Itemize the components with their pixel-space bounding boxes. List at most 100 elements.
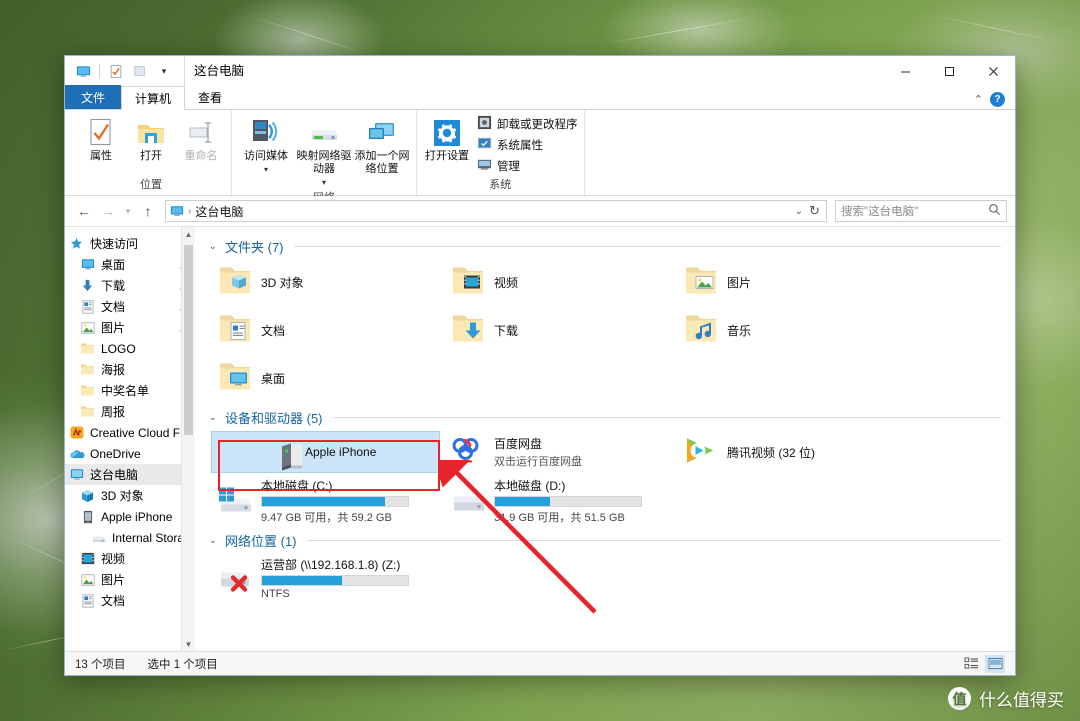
address-bar[interactable]: › 这台电脑 ⌄ ↻	[165, 200, 827, 222]
network-grid: 运营部 (\\192.168.1.8) (Z:) NTFS	[209, 552, 1001, 604]
file-explorer-window: ▾ 这台电脑 文件 计算机 查看 ⌃ ? 属性 打开 重命名 位置 访问媒体 ▾…	[64, 55, 1016, 676]
recent-locations-button[interactable]: ▾	[121, 200, 135, 222]
access-media-button[interactable]: 访问媒体 ▾	[238, 113, 294, 189]
properties-icon[interactable]	[105, 60, 127, 82]
chevron-down-icon[interactable]: ▾	[153, 60, 175, 82]
chevron-down-icon[interactable]: ⌄	[209, 241, 219, 252]
system-properties-button[interactable]: 系统属性	[477, 136, 578, 154]
items-view[interactable]: ⌄ 文件夹 (7) 3D 对象 视频 图片 文档 下载 音乐 桌面 ⌄ 设备和驱…	[195, 227, 1015, 651]
address-dropdown-icon[interactable]: ⌄	[795, 206, 803, 217]
chevron-down-icon[interactable]: ⌄	[209, 535, 219, 546]
sidebar-item-4[interactable]: 图片📌	[65, 317, 195, 338]
rename-button[interactable]: 重命名	[177, 113, 225, 176]
list-item[interactable]: 音乐	[675, 306, 908, 354]
list-item-tencent-video[interactable]: 腾讯视频 (32 位)	[675, 429, 908, 475]
large-icons-view-icon[interactable]	[985, 654, 1005, 673]
details-view-icon[interactable]	[961, 655, 981, 673]
sidebar-scrollbar[interactable]: ▲ ▼	[181, 227, 195, 651]
maximize-button[interactable]	[927, 56, 971, 86]
monitor-icon	[170, 204, 184, 218]
open-button[interactable]: 打开	[127, 113, 175, 176]
uninstall-change-program-button[interactable]: 卸载或更改程序	[477, 115, 578, 133]
ribbon-tabs: 文件 计算机 查看 ⌃ ?	[65, 85, 1015, 110]
scrollbar-thumb[interactable]	[184, 245, 193, 435]
scroll-up-icon[interactable]: ▲	[182, 227, 195, 241]
sidebar-item-8[interactable]: 周报	[65, 401, 195, 422]
tencent-video-icon	[683, 434, 719, 471]
refresh-icon[interactable]: ↻	[809, 203, 820, 219]
up-button[interactable]: ↑	[137, 200, 159, 222]
chevron-down-icon[interactable]: ⌄	[209, 412, 219, 423]
section-header-folders[interactable]: ⌄ 文件夹 (7)	[209, 237, 1001, 256]
map-network-drive-button[interactable]: 映射网络驱动器 ▾	[296, 113, 352, 189]
monitor-icon[interactable]	[72, 60, 94, 82]
item-label: 文档	[261, 323, 286, 338]
list-item[interactable]: 文档	[209, 306, 442, 354]
sidebar-item-9[interactable]: Creative Cloud F	[65, 422, 195, 443]
forward-button[interactable]: →	[97, 200, 119, 222]
sidebar-item-0[interactable]: 快速访问	[65, 233, 195, 254]
breadcrumb[interactable]: 这台电脑	[195, 203, 243, 220]
properties-button[interactable]: 属性	[77, 113, 125, 176]
sidebar-item-5[interactable]: LOGO	[65, 338, 195, 359]
sidebar-item-17[interactable]: 文档	[65, 590, 195, 611]
scroll-down-icon[interactable]: ▼	[182, 637, 195, 651]
list-item[interactable]: 3D 对象	[209, 258, 442, 306]
sidebar-item-14[interactable]: Internal Stora	[65, 527, 195, 548]
windows-drive-icon	[215, 483, 255, 520]
help-icon[interactable]: ?	[990, 92, 1005, 107]
navigation-pane[interactable]: 快速访问桌面📌下载📌文档📌图片📌 LOGO 海报中奖名单周报 Creative Clo…	[65, 227, 195, 651]
list-item[interactable]: 下载	[442, 306, 675, 354]
folder-icon	[79, 363, 96, 376]
item-label: 腾讯视频 (32 位)	[727, 445, 816, 460]
list-item-baidu-netdisk[interactable]: 百度网盘 双击运行百度网盘	[442, 429, 675, 475]
tab-file[interactable]: 文件	[65, 85, 122, 109]
watermark-text: 什么值得买	[979, 691, 1064, 710]
sidebar-item-11[interactable]: 这台电脑	[65, 464, 195, 485]
tab-view[interactable]: 查看	[185, 85, 235, 109]
list-item-drive-d[interactable]: 本地磁盘 (D:) 31.9 GB 可用，共 51.5 GB	[442, 475, 675, 527]
item-label: 3D 对象	[261, 275, 304, 290]
sidebar-item-label: OneDrive	[90, 446, 141, 461]
chevron-down-icon[interactable]: ▾	[322, 176, 326, 189]
sidebar-item-2[interactable]: 下载📌	[65, 275, 195, 296]
sidebar-item-15[interactable]: 视频	[65, 548, 195, 569]
list-item-network-drive-z[interactable]: 运营部 (\\192.168.1.8) (Z:) NTFS	[209, 552, 442, 604]
uninstall-icon	[477, 115, 492, 133]
tab-computer[interactable]: 计算机	[121, 86, 186, 110]
sidebar-item-6[interactable]: 海报	[65, 359, 195, 380]
add-network-location-button[interactable]: 添加一个网络位置	[354, 113, 410, 189]
sidebar-item-12[interactable]: 3D 对象	[65, 485, 195, 506]
list-item[interactable]: 桌面	[209, 354, 442, 402]
sidebar-item-13[interactable]: Apple iPhone	[65, 506, 195, 527]
sidebar-item-1[interactable]: 桌面📌	[65, 254, 195, 275]
open-settings-button[interactable]: 打开设置	[423, 113, 471, 176]
collapse-ribbon-icon[interactable]: ⌃	[974, 93, 983, 106]
pictures-icon	[79, 573, 96, 586]
manage-button[interactable]: 管理	[477, 157, 578, 175]
section-divider	[332, 417, 1001, 418]
close-button[interactable]	[971, 56, 1015, 86]
open-folder-icon	[136, 116, 166, 150]
search-icon[interactable]	[988, 203, 1001, 219]
new-folder-icon[interactable]	[129, 60, 151, 82]
onedrive-icon	[68, 448, 85, 460]
breadcrumb-separator: ›	[188, 205, 192, 217]
list-item-drive-c[interactable]: 本地磁盘 (C:) 9.47 GB 可用，共 59.2 GB	[209, 475, 442, 527]
section-header-network[interactable]: ⌄ 网络位置 (1)	[209, 531, 1001, 550]
list-item-apple-iphone[interactable]: Apple iPhone	[209, 429, 442, 475]
chevron-down-icon[interactable]: ▾	[264, 163, 268, 176]
list-item[interactable]: 视频	[442, 258, 675, 306]
sidebar-item-7[interactable]: 中奖名单	[65, 380, 195, 401]
search-input[interactable]: 搜索"这台电脑"	[841, 203, 988, 219]
sidebar-item-10[interactable]: OneDrive	[65, 443, 195, 464]
back-button[interactable]: ←	[73, 200, 95, 222]
sidebar-item-16[interactable]: 图片	[65, 569, 195, 590]
sidebar-item-3[interactable]: 文档📌	[65, 296, 195, 317]
minimize-button[interactable]	[883, 56, 927, 86]
list-item[interactable]: 图片	[675, 258, 908, 306]
ribbon-group-label: 系统	[489, 179, 512, 191]
search-box[interactable]: 搜索"这台电脑"	[835, 200, 1007, 222]
item-label: 视频	[494, 275, 519, 290]
section-header-devices[interactable]: ⌄ 设备和驱动器 (5)	[209, 408, 1001, 427]
